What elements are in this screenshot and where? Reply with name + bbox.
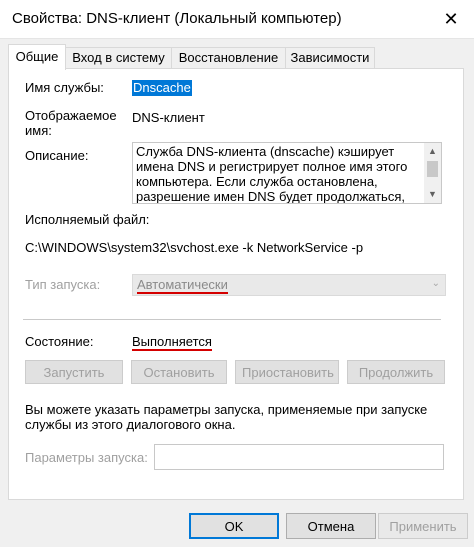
exe-path[interactable]: C:\WINDOWS\system32\svchost.exe -k Netwo… [25, 240, 363, 255]
service-name-label: Имя службы: [25, 80, 104, 95]
description-line: разрешение имен DNS будет продолжаться, … [136, 189, 405, 204]
scroll-thumb[interactable] [427, 161, 438, 177]
description-text: Служба DNS-клиента (dnscache) кэширует и… [136, 144, 421, 204]
status-label: Состояние: [25, 334, 94, 349]
startup-type-value: Автоматически [137, 277, 228, 294]
scroll-up-arrow-icon[interactable]: ▲ [424, 143, 441, 160]
params-label: Параметры запуска: [25, 450, 148, 465]
description-scrollbar[interactable]: ▲ ▼ [424, 143, 441, 203]
display-name-label-line2: имя: [25, 123, 52, 138]
general-tab-panel: Имя службы: Dnscache Отображаемое имя: D… [8, 68, 464, 500]
description-line: имена DNS и регистрирует полное имя этог… [136, 159, 408, 174]
description-box[interactable]: Служба DNS-клиента (dnscache) кэширует и… [132, 142, 442, 204]
status-value: Выполняется [132, 334, 212, 351]
scroll-down-arrow-icon[interactable]: ▼ [424, 186, 441, 203]
tab-logon[interactable]: Вход в систему [65, 47, 172, 69]
params-input[interactable] [154, 444, 444, 470]
chevron-down-icon: ⌄ [431, 278, 440, 289]
window-title: Свойства: DNS-клиент (Локальный компьюте… [12, 10, 342, 27]
description-line: компьютера. Если служба остановлена, [136, 174, 378, 189]
stop-button[interactable]: Остановить [131, 360, 227, 384]
service-name-value[interactable]: Dnscache [132, 80, 192, 96]
display-name-label-line1: Отображаемое [25, 108, 117, 123]
exe-label: Исполняемый файл: [25, 212, 150, 227]
hint-line2: службы из этого диалогового окна. [25, 417, 236, 432]
startup-type-label: Тип запуска: [25, 277, 101, 292]
tab-general[interactable]: Общие [8, 44, 66, 70]
display-name-value[interactable]: DNS-клиент [132, 110, 205, 125]
start-button[interactable]: Запустить [25, 360, 123, 384]
pause-button[interactable]: Приостановить [235, 360, 339, 384]
ok-button[interactable]: OK [189, 513, 279, 539]
tab-recovery[interactable]: Восстановление [171, 47, 286, 69]
separator [23, 319, 441, 320]
startup-type-select[interactable]: Автоматически ⌄ [132, 274, 446, 296]
hint-line1: Вы можете указать параметры запуска, при… [25, 402, 428, 417]
title-bar: Свойства: DNS-клиент (Локальный компьюте… [0, 0, 474, 39]
tab-dependencies[interactable]: Зависимости [285, 47, 375, 69]
resume-button[interactable]: Продолжить [347, 360, 445, 384]
description-label: Описание: [25, 148, 89, 163]
close-icon: ✕ [443, 8, 459, 29]
description-line: Служба DNS-клиента (dnscache) кэширует [136, 144, 395, 159]
close-button[interactable]: ✕ [428, 0, 474, 38]
cancel-button[interactable]: Отмена [286, 513, 376, 539]
apply-button[interactable]: Применить [378, 513, 468, 539]
